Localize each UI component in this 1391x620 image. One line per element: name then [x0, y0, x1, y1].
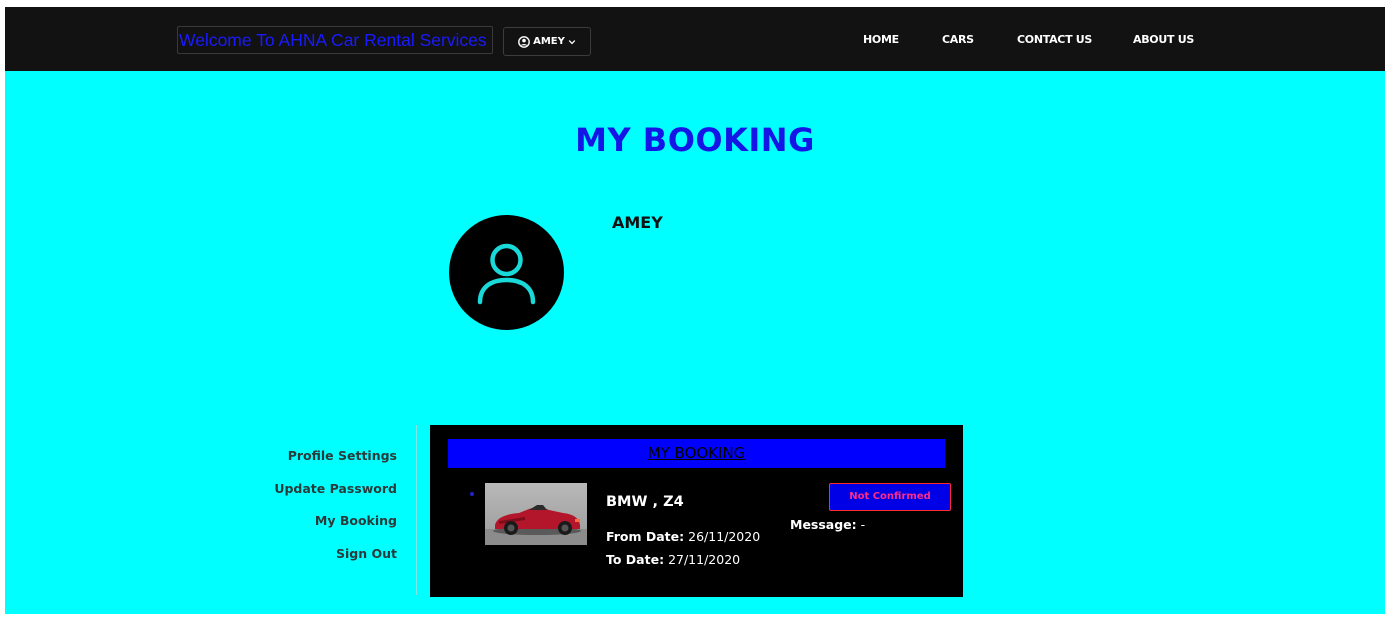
user-menu-label: AMEY — [533, 36, 565, 47]
message-value: - — [860, 517, 866, 532]
sidebar-item-my-booking[interactable]: My Booking — [315, 513, 397, 528]
booking-panel-header[interactable]: MY BOOKING — [448, 439, 945, 468]
sidebar-divider — [416, 425, 417, 595]
user-menu-button[interactable]: AMEY — [503, 27, 591, 56]
booking-car-name: BMW , Z4 — [606, 494, 684, 510]
chevron-down-icon — [568, 38, 576, 46]
profile-avatar — [449, 215, 564, 330]
nav-about-us[interactable]: ABOUT US — [1133, 33, 1194, 46]
user-circle-icon — [518, 35, 531, 48]
sidebar-item-sign-out[interactable]: Sign Out — [336, 546, 397, 561]
page-title: MY BOOKING — [575, 121, 815, 159]
sidebar-item-update-password[interactable]: Update Password — [274, 481, 397, 496]
profile-name: AMEY — [612, 213, 663, 232]
nav-contact-us[interactable]: CONTACT US — [1017, 33, 1092, 46]
brand-title[interactable]: Welcome To AHNA Car Rental Services — [177, 26, 493, 54]
sidebar-item-profile-settings[interactable]: Profile Settings — [288, 448, 397, 463]
from-date-value: 26/11/2020 — [688, 529, 761, 544]
nav-home[interactable]: HOME — [863, 33, 899, 46]
car-image — [485, 483, 587, 545]
list-bullet — [470, 492, 474, 496]
top-navbar: Welcome To AHNA Car Rental Services AMEY… — [5, 7, 1385, 71]
to-date-label: To Date: — [606, 552, 665, 567]
to-date-value: 27/11/2020 — [668, 552, 741, 567]
page-frame: Welcome To AHNA Car Rental Services AMEY… — [5, 7, 1385, 614]
from-date-label: From Date: — [606, 529, 685, 544]
booking-panel: MY BOOKING BMW , Z4 From Date: 26/11/202… — [430, 425, 963, 597]
status-badge: Not Confirmed — [829, 483, 951, 511]
booking-to-date: To Date: 27/11/2020 — [606, 552, 740, 567]
message-label: Message: — [790, 517, 857, 532]
nav-cars[interactable]: CARS — [942, 33, 974, 46]
booking-message: Message: - — [790, 517, 865, 532]
booking-from-date: From Date: 26/11/2020 — [606, 529, 760, 544]
